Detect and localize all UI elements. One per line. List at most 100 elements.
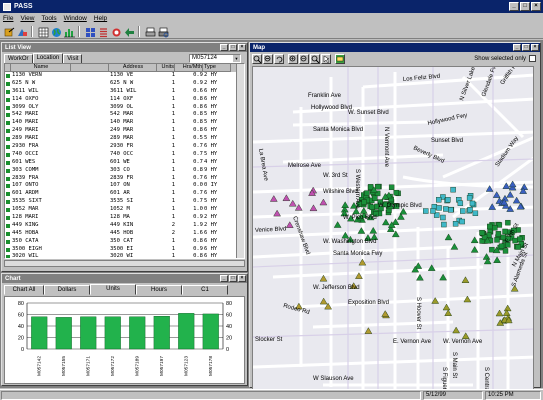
- table-row[interactable]: 114 OXFO 114 OXF 1 0.8 6 HY: [5, 96, 244, 104]
- location-marker[interactable]: [517, 236, 523, 242]
- location-marker[interactable]: [382, 218, 390, 226]
- location-marker[interactable]: [375, 183, 381, 190]
- location-marker[interactable]: [502, 228, 508, 235]
- location-marker[interactable]: [495, 309, 504, 317]
- location-marker[interactable]: [459, 218, 465, 225]
- green-check-icon[interactable]: [6, 208, 10, 213]
- location-marker[interactable]: [333, 221, 342, 228]
- location-marker[interactable]: [498, 243, 505, 249]
- location-marker[interactable]: [461, 276, 470, 283]
- table-row[interactable]: 2930 FRA 2930 FR 1 0.7 6 HY: [5, 143, 244, 151]
- location-marker[interactable]: [512, 196, 521, 204]
- green-check-icon[interactable]: [6, 216, 10, 221]
- location-marker[interactable]: [319, 297, 328, 305]
- location-marker[interactable]: [503, 304, 512, 312]
- magnify-plus-icon[interactable]: [288, 54, 298, 64]
- table-row[interactable]: 1052 MAR 1052 M 1 1.0 0 HY: [5, 206, 244, 214]
- location-marker[interactable]: [495, 231, 502, 237]
- green-check-icon[interactable]: [6, 113, 10, 118]
- table-row[interactable]: 3020 WIL 3020 WI 1 0.8 6 HY: [5, 253, 244, 258]
- location-marker[interactable]: [502, 248, 509, 254]
- map-view-icon[interactable]: [50, 26, 61, 37]
- table-row[interactable]: 601 ARDM 601 AR 1 0.7 6 HY: [5, 190, 244, 198]
- list-vertical-scrollbar[interactable]: [236, 64, 244, 258]
- chart-minimize-button[interactable]: _: [220, 275, 228, 282]
- location-marker[interactable]: [488, 203, 497, 210]
- green-check-icon[interactable]: [6, 239, 10, 244]
- location-marker[interactable]: [381, 310, 390, 317]
- pointer-icon[interactable]: [321, 54, 331, 64]
- green-check-icon[interactable]: [6, 231, 10, 236]
- green-check-icon[interactable]: [6, 255, 10, 258]
- undo-icon[interactable]: [274, 54, 284, 64]
- chart-close-button[interactable]: ×: [238, 275, 246, 282]
- magnify-minus-icon[interactable]: [299, 54, 309, 64]
- location-marker[interactable]: [452, 326, 460, 334]
- col-header-type[interactable]: Type: [203, 64, 231, 72]
- location-marker[interactable]: [461, 332, 470, 339]
- grid-view-icon[interactable]: [37, 26, 49, 37]
- location-marker[interactable]: [494, 237, 500, 243]
- green-check-icon[interactable]: [6, 137, 10, 142]
- table-row[interactable]: 107 ONTO 107 ON 1 0.0 0 IY: [5, 182, 244, 190]
- location-marker[interactable]: [367, 184, 374, 190]
- draw-icon[interactable]: [16, 26, 27, 37]
- location-marker[interactable]: [444, 309, 453, 316]
- location-marker[interactable]: [364, 327, 373, 334]
- show-selected-checkbox[interactable]: [529, 55, 536, 62]
- menu-file[interactable]: File: [3, 15, 13, 22]
- map-close-button[interactable]: ×: [531, 44, 539, 51]
- col-header-name[interactable]: Name: [11, 64, 71, 72]
- location-marker[interactable]: [441, 221, 447, 228]
- green-check-icon[interactable]: [6, 152, 10, 157]
- location-marker[interactable]: [436, 205, 442, 211]
- location-marker[interactable]: [372, 195, 378, 201]
- table-row[interactable]: 3500 EIGH 3500 EI 1 0.9 6 HY: [5, 246, 244, 254]
- location-marker[interactable]: [285, 221, 294, 228]
- green-check-icon[interactable]: [6, 97, 10, 102]
- list-icon[interactable]: [97, 26, 108, 37]
- location-marker[interactable]: [496, 222, 503, 228]
- green-check-icon[interactable]: [6, 176, 10, 181]
- list-horizontal-scrollbar[interactable]: [4, 260, 245, 267]
- table-row[interactable]: 249 MARI 249 MAR 1 0.8 6 HY: [5, 127, 244, 135]
- menu-window[interactable]: Window: [64, 15, 87, 22]
- location-marker[interactable]: [452, 221, 459, 227]
- table-row[interactable]: 449 KING 449 KIN 2 1.9 2 HY: [5, 222, 244, 230]
- table-row[interactable]: 1130 VERN 1130 VE 1 0.9 2 HY: [5, 72, 244, 80]
- location-marker[interactable]: [448, 207, 454, 213]
- list-maximize-button[interactable]: □: [229, 44, 237, 51]
- location-marker[interactable]: [444, 233, 453, 241]
- table-row[interactable]: 303 COMM 303 CO 1 0.8 9 HY: [5, 167, 244, 175]
- table-row[interactable]: 3099 OLY 3099 OL 1 0.8 6 HY: [5, 104, 244, 112]
- location-marker[interactable]: [460, 208, 466, 214]
- location-marker[interactable]: [512, 237, 518, 244]
- location-marker[interactable]: [436, 197, 442, 203]
- green-check-icon[interactable]: [6, 121, 10, 126]
- location-marker[interactable]: [309, 204, 318, 212]
- location-marker[interactable]: [288, 199, 297, 207]
- location-marker[interactable]: [423, 208, 429, 214]
- location-marker[interactable]: [467, 206, 473, 213]
- green-check-icon[interactable]: [6, 184, 10, 189]
- green-check-icon[interactable]: [6, 81, 10, 86]
- location-marker[interactable]: [443, 206, 449, 212]
- location-marker[interactable]: [352, 207, 361, 215]
- location-marker[interactable]: [505, 219, 511, 226]
- green-check-icon[interactable]: [6, 129, 10, 134]
- location-marker[interactable]: [361, 199, 367, 205]
- table-row[interactable]: 3611 WIL 3611 WIL 1 0.6 6 HY: [5, 88, 244, 96]
- table-row[interactable]: 3535 SIXT 3535 SI 1 0.7 5 HY: [5, 198, 244, 206]
- location-marker[interactable]: [369, 204, 375, 210]
- table-row[interactable]: 445 HOBA 445 HOB 2 1.6 6 HY: [5, 230, 244, 238]
- green-check-icon[interactable]: [6, 145, 10, 150]
- table-row[interactable]: 625 N W 625 N W 1 0.9 2 HY: [5, 80, 244, 88]
- location-marker[interactable]: [506, 190, 515, 198]
- list-minimize-button[interactable]: _: [220, 44, 228, 51]
- location-marker[interactable]: [466, 195, 473, 201]
- green-check-icon[interactable]: [6, 192, 10, 197]
- location-marker[interactable]: [479, 230, 485, 236]
- location-marker[interactable]: [430, 208, 436, 214]
- location-marker[interactable]: [472, 210, 479, 216]
- col-header-units[interactable]: Units: [157, 64, 175, 72]
